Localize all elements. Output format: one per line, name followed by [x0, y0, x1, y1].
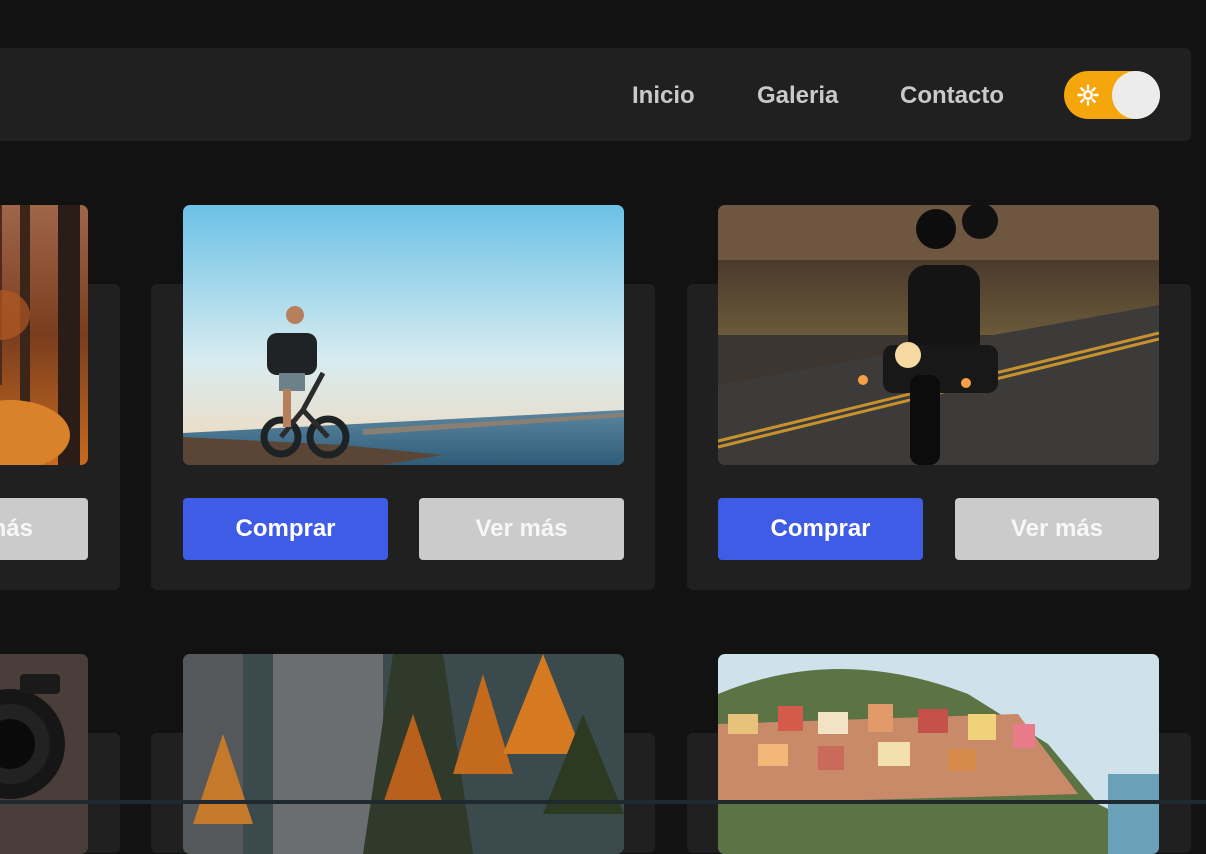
theme-toggle[interactable]: [1064, 71, 1160, 119]
nav-link-inicio[interactable]: Inicio: [632, 81, 695, 111]
card-image-motorcycle: [718, 205, 1159, 465]
sun-icon: [1074, 81, 1102, 109]
card-image-hillside-village: [718, 654, 1159, 854]
ver-mas-button[interactable]: Ver más: [955, 498, 1159, 560]
nav-link-galeria[interactable]: Galeria: [757, 81, 838, 111]
card-image-camera: [0, 654, 88, 854]
toggle-knob: [1112, 71, 1160, 119]
card-image-autumn-forest: [0, 205, 88, 465]
comprar-button[interactable]: Comprar: [718, 498, 923, 560]
card-image-autumn-cliff: [183, 654, 624, 854]
bottom-edge: [0, 800, 1206, 804]
navbar: [0, 48, 1191, 141]
ver-mas-button[interactable]: Ver más: [419, 498, 624, 560]
comprar-button[interactable]: Comprar: [183, 498, 388, 560]
ver-mas-button[interactable]: Ver más: [0, 498, 88, 560]
nav-link-contacto[interactable]: Contacto: [900, 81, 1004, 111]
card-image-man-on-ebike: [183, 205, 624, 465]
